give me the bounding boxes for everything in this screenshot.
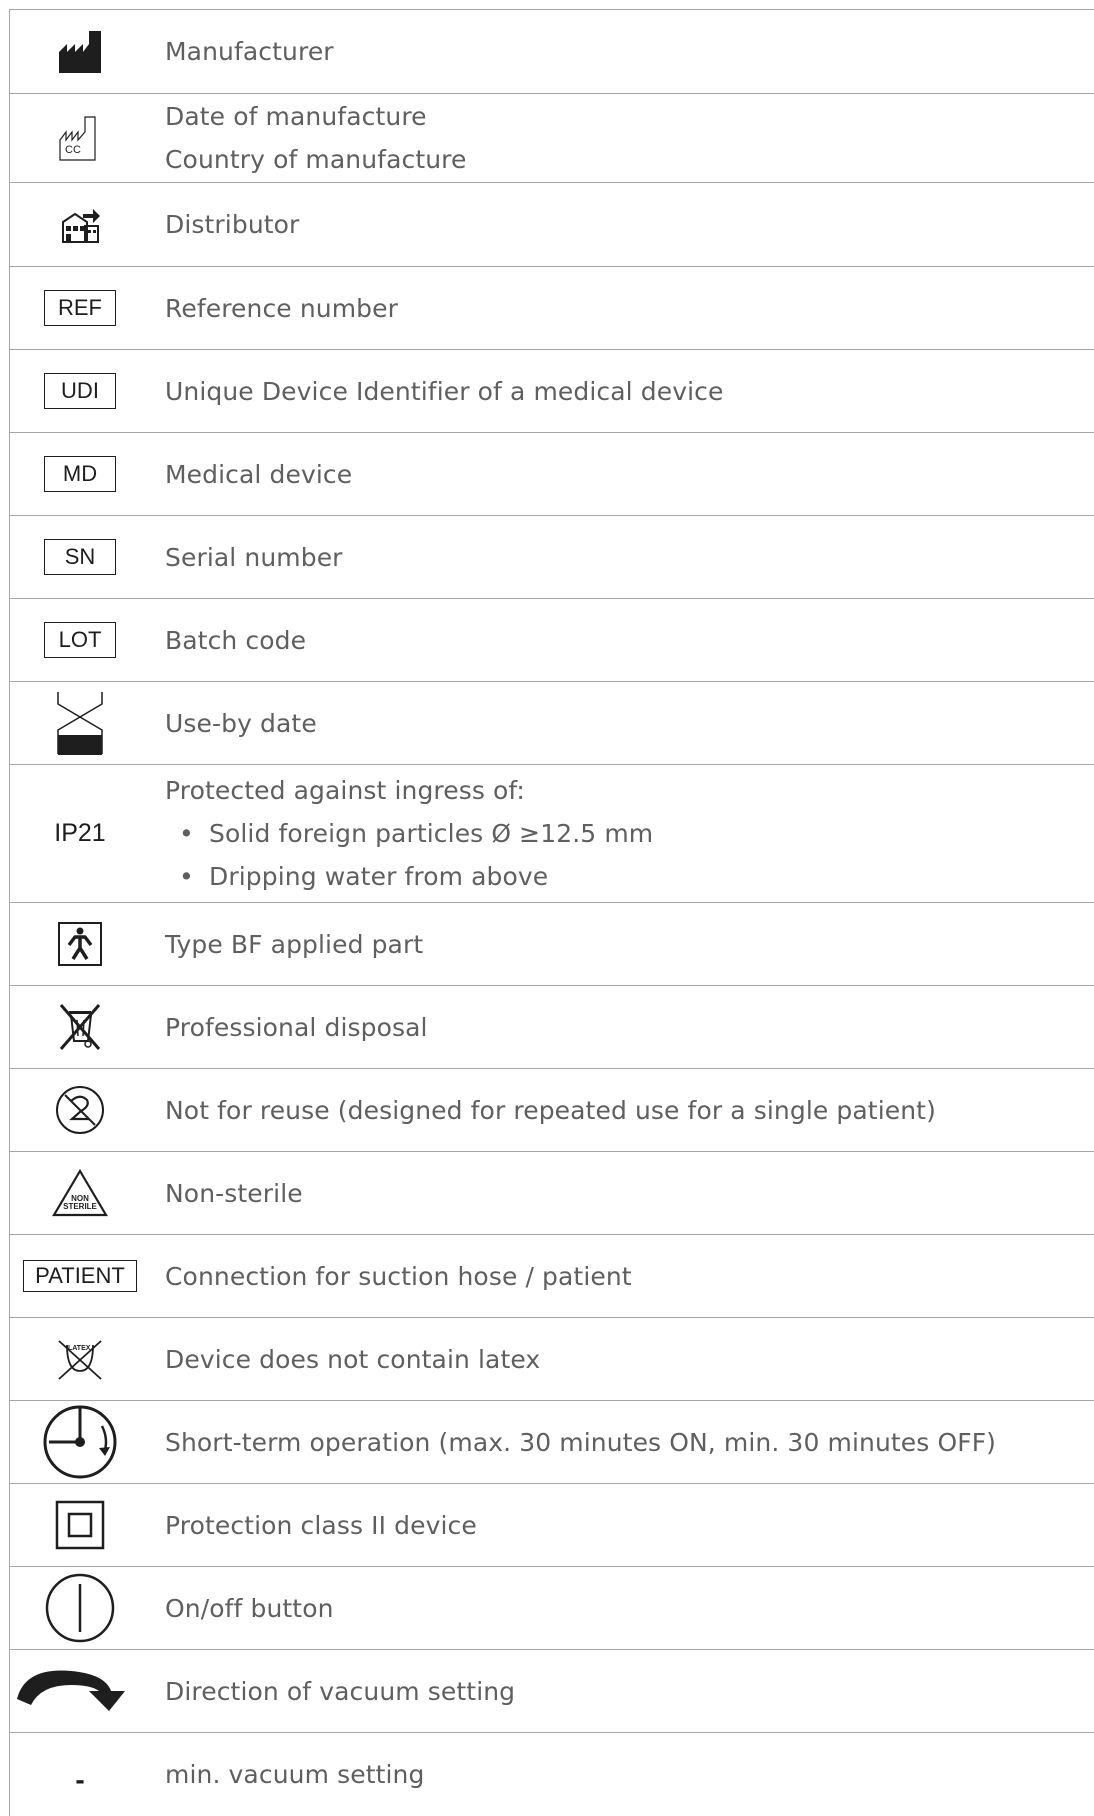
row-description: Use-by date xyxy=(165,708,317,738)
sn-symbol: SN xyxy=(44,539,116,575)
table-row: UDI Unique Device Identifier of a medica… xyxy=(9,350,1094,433)
short-term-operation-icon xyxy=(10,1401,150,1483)
row-description: Short-term operation (max. 30 minutes ON… xyxy=(165,1427,997,1457)
row-description: Batch code xyxy=(165,625,307,655)
non-sterile-label: NON STERILE xyxy=(63,1194,97,1211)
no-reuse-icon xyxy=(10,1069,150,1151)
table-row: REF Reference number xyxy=(9,267,1094,350)
row-description: Professional disposal xyxy=(165,1012,428,1042)
table-row: On/off button xyxy=(9,1567,1094,1650)
table-row: NON STERILE Non-sterile xyxy=(9,1152,1094,1235)
patient-symbol: PATIENT xyxy=(23,1260,137,1292)
non-sterile-icon: NON STERILE xyxy=(10,1152,150,1234)
crossed-bin-icon xyxy=(10,986,150,1068)
power-icon xyxy=(10,1567,150,1649)
symbols-table: Manufacturer CC Date of manufacture Coun… xyxy=(9,9,1094,1816)
table-row: PATIENT Connection for suction hose / pa… xyxy=(9,1235,1094,1318)
class-ii-icon xyxy=(10,1484,150,1566)
row-description: Not for reuse (designed for repeated use… xyxy=(165,1095,936,1125)
date-of-manufacture-icon: CC xyxy=(10,94,150,182)
table-row: Short-term operation (max. 30 minutes ON… xyxy=(9,1401,1094,1484)
row-description: Manufacturer xyxy=(165,37,334,66)
row-description: Reference number xyxy=(165,293,399,323)
row-description: Country of manufacture xyxy=(165,145,467,174)
row-description: Device does not contain latex xyxy=(165,1344,541,1374)
table-row: IP21 Protected against ingress of: • Soli… xyxy=(9,765,1094,903)
row-description: Unique Device Identifier of a medical de… xyxy=(165,376,724,406)
curved-arrow-icon xyxy=(10,1650,150,1732)
table-row: LOT Batch code xyxy=(9,599,1094,682)
table-row: Type BF applied part xyxy=(9,903,1094,986)
row-description: Serial number xyxy=(165,542,343,572)
row-description: Direction of vacuum setting xyxy=(165,1676,516,1706)
table-row: Manufacturer xyxy=(9,10,1094,94)
ref-symbol: REF xyxy=(44,290,116,326)
row-description: Connection for suction hose / patient xyxy=(165,1261,632,1291)
distributor-icon xyxy=(10,183,150,266)
lot-symbol: LOT xyxy=(44,622,116,658)
table-row: Distributor xyxy=(9,183,1094,267)
table-row: LATEX Device does not contain latex xyxy=(9,1318,1094,1401)
latex-free-icon: LATEX xyxy=(10,1318,150,1400)
row-description: Protected against ingress of: xyxy=(165,776,525,805)
list-item: • Solid foreign particles Ø ≥12.5 mm xyxy=(179,819,654,848)
table-row: CC Date of manufacture Country of manufa… xyxy=(9,94,1094,183)
row-description: min. vacuum setting xyxy=(165,1760,425,1789)
udi-symbol: UDI xyxy=(44,373,116,409)
row-description: Medical device xyxy=(165,459,353,489)
minus-symbol: - xyxy=(75,1763,85,1795)
row-description: On/off button xyxy=(165,1593,334,1623)
md-symbol: MD xyxy=(44,456,116,492)
table-row: Not for reuse (designed for repeated use… xyxy=(9,1069,1094,1152)
row-description: Non-sterile xyxy=(165,1178,303,1208)
type-bf-icon xyxy=(10,903,150,985)
hourglass-icon xyxy=(10,682,150,764)
country-code-label: CC xyxy=(65,144,81,156)
row-description: Protection class II device xyxy=(165,1510,477,1540)
table-row: SN Serial number xyxy=(9,516,1094,599)
row-description: Date of manufacture xyxy=(165,102,427,131)
latex-label: LATEX xyxy=(68,1345,91,1352)
ip-rating-symbol: IP21 xyxy=(54,819,106,847)
factory-icon xyxy=(10,10,150,93)
row-description: Distributor xyxy=(165,210,300,239)
row-description: Type BF applied part xyxy=(165,929,424,959)
table-row: - min. vacuum setting xyxy=(9,1733,1094,1816)
table-row: Use-by date xyxy=(9,682,1094,765)
table-row: MD Medical device xyxy=(9,433,1094,516)
table-row: Professional disposal xyxy=(9,986,1094,1069)
table-row: Protection class II device xyxy=(9,1484,1094,1567)
list-item: • Dripping water from above xyxy=(179,862,549,891)
table-row: Direction of vacuum setting xyxy=(9,1650,1094,1733)
